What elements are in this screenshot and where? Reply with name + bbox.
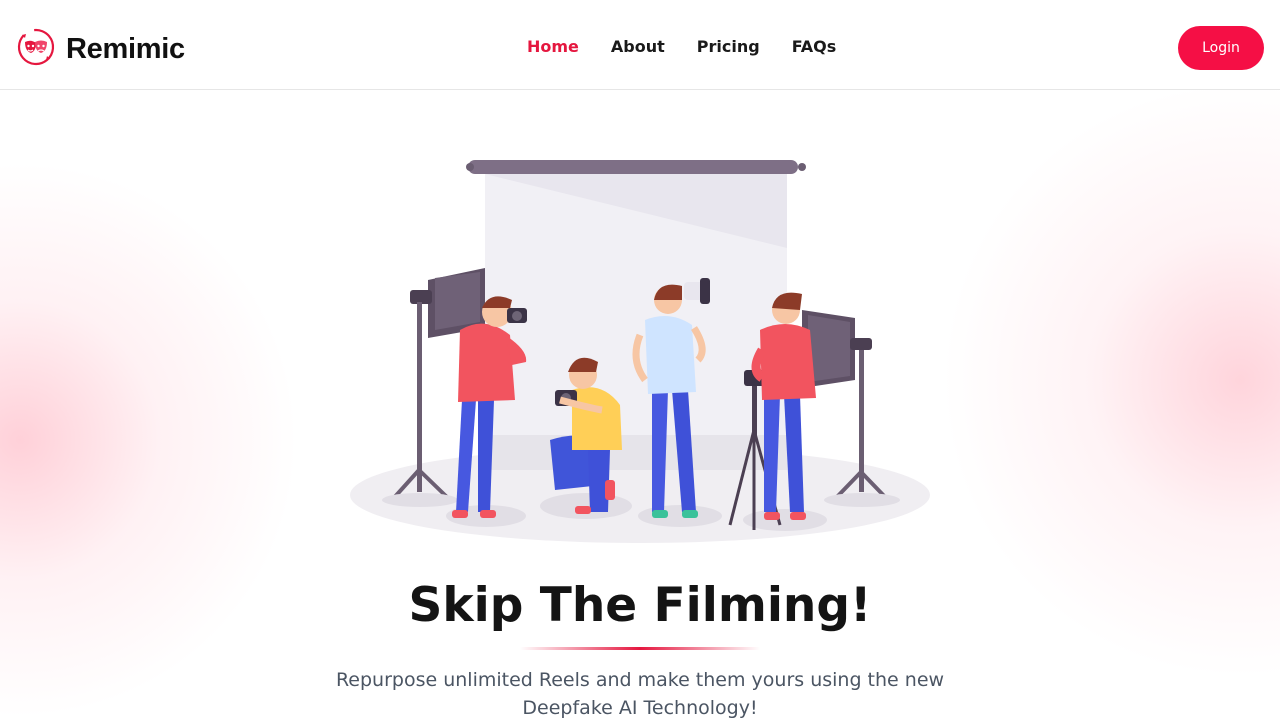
hero-subtitle-line-1: Repurpose unlimited Reels and make them … <box>335 669 945 691</box>
nav-item-about[interactable]: About <box>611 37 665 56</box>
background-glow-left <box>0 160 300 720</box>
top-navbar: Remimic Home About Pricing FAQs Login <box>0 0 1280 90</box>
main-nav: Home About Pricing FAQs <box>527 37 836 56</box>
nav-item-pricing[interactable]: Pricing <box>697 37 760 56</box>
brand-name: Remimic <box>66 32 185 65</box>
title-underline <box>520 647 760 650</box>
login-button[interactable]: Login <box>1178 26 1264 70</box>
nav-item-faqs[interactable]: FAQs <box>792 37 837 56</box>
theater-masks-icon <box>16 27 56 71</box>
page: Remimic Home About Pricing FAQs Login Sk… <box>0 0 1280 720</box>
nav-item-home[interactable]: Home <box>527 37 579 56</box>
hero-subtitle: Repurpose unlimited Reels and make them … <box>0 666 1280 720</box>
hero-subtitle-line-2: Deepfake AI Technology! <box>522 697 758 719</box>
hero-title: Skip The Filming! <box>408 578 872 633</box>
photo-studio-illustration <box>340 150 940 554</box>
brand[interactable]: Remimic <box>16 27 185 71</box>
